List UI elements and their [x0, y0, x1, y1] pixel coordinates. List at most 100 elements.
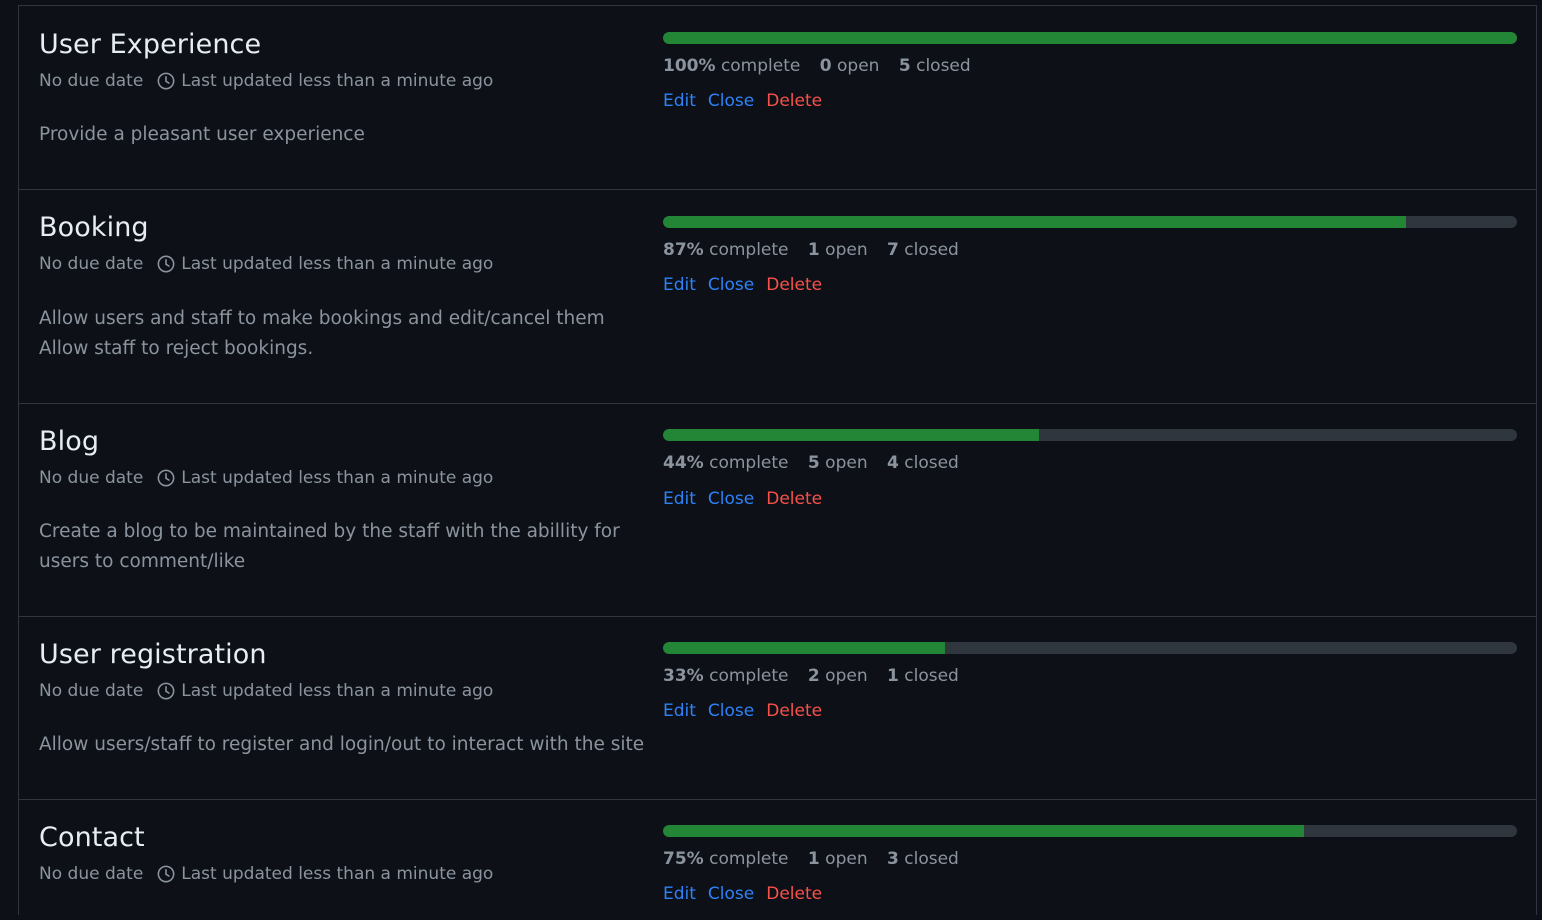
close-button[interactable]: Close: [708, 275, 754, 295]
open-label[interactable]: open: [825, 849, 867, 869]
description-line: users to comment/like: [39, 551, 246, 572]
open-count: 5: [807, 453, 820, 473]
complete-label: complete: [709, 666, 789, 686]
closed-count: 4: [887, 453, 899, 473]
milestone-meta: No due date Last updated less than a min…: [39, 71, 493, 91]
open-label[interactable]: open: [825, 240, 867, 260]
close-button[interactable]: Close: [708, 489, 754, 509]
closed-label[interactable]: closed: [904, 240, 959, 260]
last-updated-label: Last updated less than a minute ago: [181, 468, 494, 488]
progress-stats: 75% complete 1 open 3 closed: [663, 849, 959, 869]
milestone-description: Allow users and staff to make bookings a…: [39, 304, 639, 364]
milestone-actions: Edit Close Delete: [663, 489, 834, 509]
milestone-list: User Experience No due date Last updated…: [18, 5, 1537, 915]
delete-button[interactable]: Delete: [766, 701, 822, 721]
progress-fill: [663, 642, 945, 654]
close-button[interactable]: Close: [708, 701, 754, 721]
progress-bar: [663, 429, 1517, 441]
closed-count: 1: [887, 666, 899, 686]
due-date-label: No due date: [39, 468, 144, 488]
closed-label[interactable]: closed: [904, 453, 959, 473]
edit-button[interactable]: Edit: [663, 91, 696, 111]
milestone-actions: Edit Close Delete: [663, 701, 834, 721]
delete-button[interactable]: Delete: [766, 275, 822, 295]
milestone-item: Booking No due date Last updated less th…: [19, 190, 1536, 404]
progress-fill: [663, 825, 1304, 837]
progress-fill: [663, 429, 1039, 441]
open-label[interactable]: open: [837, 56, 879, 76]
clock-icon: [157, 469, 175, 487]
edit-button[interactable]: Edit: [663, 275, 696, 295]
last-updated-label: Last updated less than a minute ago: [181, 681, 494, 701]
close-button[interactable]: Close: [708, 91, 754, 111]
progress-fill: [663, 216, 1406, 228]
closed-label[interactable]: closed: [916, 56, 971, 76]
open-count: 0: [819, 56, 832, 76]
closed-label[interactable]: closed: [904, 849, 959, 869]
closed-count: 5: [898, 56, 911, 76]
edit-button[interactable]: Edit: [663, 489, 696, 509]
milestone-title[interactable]: Booking: [39, 212, 149, 243]
milestone-title[interactable]: Blog: [39, 426, 99, 457]
closed-count: 3: [887, 849, 899, 869]
milestone-actions: Edit Close Delete: [663, 91, 834, 111]
milestone-description: Create a blog to be maintained by the st…: [39, 517, 639, 577]
open-count: 1: [807, 849, 820, 869]
milestone-actions: Edit Close Delete: [663, 275, 834, 295]
due-date-label: No due date: [39, 71, 144, 91]
progress-stats: 100% complete 0 open 5 closed: [663, 56, 971, 76]
progress-bar: [663, 825, 1517, 837]
milestone-description: Allow users/staff to register and login/…: [39, 730, 645, 760]
complete-label: complete: [720, 56, 801, 76]
closed-label[interactable]: closed: [904, 666, 959, 686]
milestone-title[interactable]: Contact: [39, 822, 145, 853]
last-updated-label: Last updated less than a minute ago: [181, 864, 494, 884]
open-count: 1: [807, 240, 820, 260]
due-date-label: No due date: [39, 254, 144, 274]
milestone-meta: No due date Last updated less than a min…: [39, 468, 493, 488]
delete-button[interactable]: Delete: [766, 489, 822, 509]
open-label[interactable]: open: [825, 453, 867, 473]
complete-label: complete: [709, 849, 789, 869]
due-date-label: No due date: [39, 681, 144, 701]
milestone-item: User registration No due date Last updat…: [19, 617, 1536, 800]
milestone-meta: No due date Last updated less than a min…: [39, 864, 493, 884]
close-button[interactable]: Close: [708, 884, 754, 904]
closed-count: 7: [887, 240, 899, 260]
edit-button[interactable]: Edit: [663, 701, 696, 721]
clock-icon: [157, 72, 175, 90]
clock-icon: [157, 255, 175, 273]
progress-fill: [663, 32, 1517, 44]
percent-value: 33%: [663, 666, 704, 686]
open-label[interactable]: open: [825, 666, 867, 686]
open-count: 2: [807, 666, 820, 686]
percent-value: 100%: [663, 56, 716, 76]
due-date-label: No due date: [39, 864, 144, 884]
milestone-item: Contact No due date Last updated less th…: [19, 800, 1536, 920]
edit-button[interactable]: Edit: [663, 884, 696, 904]
delete-button[interactable]: Delete: [766, 91, 822, 111]
milestone-title[interactable]: User Experience: [39, 29, 261, 60]
milestone-item: Blog No due date Last updated less than …: [19, 404, 1536, 617]
milestone-actions: Edit Close Delete: [663, 884, 834, 904]
progress-bar: [663, 32, 1517, 44]
percent-value: 87%: [663, 240, 704, 260]
description-line: Provide a pleasant user experience: [39, 124, 365, 145]
complete-label: complete: [709, 240, 789, 260]
milestone-item: User Experience No due date Last updated…: [19, 6, 1536, 190]
progress-bar: [663, 216, 1517, 228]
milestone-title[interactable]: User registration: [39, 639, 267, 670]
delete-button[interactable]: Delete: [766, 884, 822, 904]
progress-stats: 44% complete 5 open 4 closed: [663, 453, 959, 473]
percent-value: 44%: [663, 453, 704, 473]
last-updated-label: Last updated less than a minute ago: [181, 71, 494, 91]
description-line: Allow users and staff to make bookings a…: [39, 308, 605, 329]
progress-bar: [663, 642, 1517, 654]
clock-icon: [157, 865, 175, 883]
description-line: Allow users/staff to register and login/…: [39, 734, 645, 755]
description-line: Create a blog to be maintained by the st…: [39, 521, 620, 542]
complete-label: complete: [709, 453, 789, 473]
milestone-meta: No due date Last updated less than a min…: [39, 254, 493, 274]
percent-value: 75%: [663, 849, 704, 869]
description-line: Allow staff to reject bookings.: [39, 338, 314, 359]
